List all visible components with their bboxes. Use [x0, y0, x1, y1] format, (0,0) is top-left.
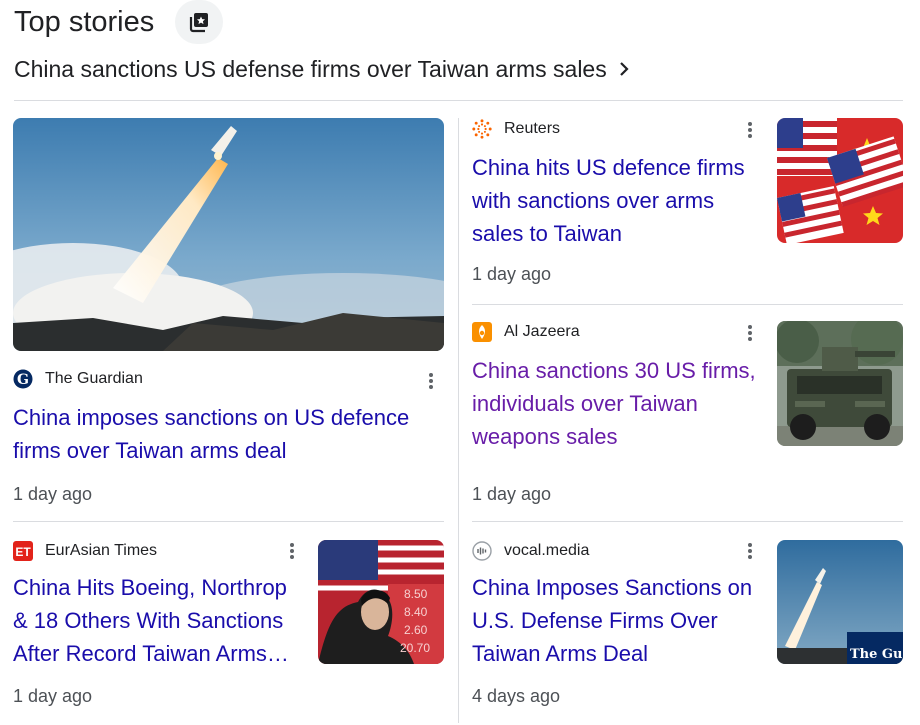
story-title[interactable]: China sanctions 30 US firms, individuals…: [472, 354, 762, 453]
al-jazeera-logo-icon: [472, 322, 492, 342]
source-name: Al Jazeera: [504, 323, 580, 340]
story-divider: [472, 304, 903, 305]
column-divider: [458, 118, 459, 723]
story-time: 1 day ago: [13, 484, 93, 504]
story-title[interactable]: China hits US defence firms with sanctio…: [472, 151, 762, 250]
source-name: The Guardian: [45, 370, 143, 387]
story-time: 4 days ago: [472, 686, 561, 706]
more-options-icon[interactable]: [740, 323, 760, 343]
reuters-logo-icon: [472, 119, 492, 139]
source-row: vocal.media: [472, 541, 589, 561]
story-thumbnail-us-china-flags[interactable]: [777, 118, 903, 243]
stock-value-3: 2.60: [404, 623, 428, 637]
svg-text:G: G: [17, 372, 29, 388]
story-time: 1 day ago: [472, 264, 552, 284]
story-thumbnail-military-vehicle[interactable]: [777, 321, 903, 446]
chevron-right-icon: [617, 60, 631, 78]
story-time: 1 day ago: [13, 686, 93, 706]
story-thumbnail-missile-launch[interactable]: [13, 118, 444, 351]
story-card-vocal-media[interactable]: vocal.media China Imposes Sanctions on U…: [472, 538, 903, 718]
stacked-cards-icon: [189, 13, 208, 33]
story-card-al-jazeera[interactable]: Al Jazeera China sanctions 30 US firms, …: [472, 321, 903, 511]
story-divider: [13, 521, 444, 522]
vocal-media-logo-icon: [472, 541, 492, 561]
svg-text:ET: ET: [15, 545, 31, 559]
stock-value-2: 8.40: [404, 605, 428, 619]
source-name: vocal.media: [504, 542, 590, 559]
more-options-icon[interactable]: [740, 120, 760, 140]
story-title[interactable]: China Imposes Sanctions on U.S. Defense …: [472, 571, 762, 670]
the-guardian-logo-icon: G: [13, 369, 33, 389]
story-title[interactable]: China Hits Boeing, Northrop & 18 Others …: [13, 571, 303, 670]
story-time: 1 day ago: [472, 484, 552, 504]
header-divider: [14, 100, 903, 101]
source-name: EurAsian Times: [45, 542, 158, 559]
section-title: Top stories: [14, 6, 155, 38]
headline-text: China sanctions US defense firms over Ta…: [14, 56, 607, 82]
source-row: G The Guardian: [13, 369, 143, 389]
story-title[interactable]: China imposes sanctions on US defence fi…: [13, 401, 438, 467]
story-divider: [472, 521, 903, 522]
more-options-icon[interactable]: [421, 371, 441, 391]
guardian-logo-text: The Guardi: [850, 647, 903, 662]
story-card-eurasian-times[interactable]: ET EurAsian Times China Hits Boeing, Nor…: [13, 538, 444, 718]
story-card-guardian[interactable]: G The Guardian China imposes sanctions o…: [13, 118, 444, 520]
source-row: ET EurAsian Times: [13, 541, 157, 561]
story-thumbnail-missile-guardian[interactable]: The Guardi: [777, 540, 903, 664]
story-thumbnail-xi-stocks[interactable]: 8.50 8.40 2.60 20.70: [318, 540, 444, 664]
story-cluster-headline[interactable]: China sanctions US defense firms over Ta…: [14, 54, 631, 84]
stock-value-4: 20.70: [400, 641, 430, 655]
more-options-icon[interactable]: [740, 541, 760, 561]
source-name: Reuters: [504, 120, 561, 137]
source-row: Al Jazeera: [472, 322, 580, 342]
more-options-icon[interactable]: [282, 541, 302, 561]
story-card-reuters[interactable]: Reuters China hits US defence firms with…: [472, 118, 903, 293]
source-row: Reuters: [472, 119, 560, 139]
eurasian-times-logo-icon: ET: [13, 541, 33, 561]
stock-value-1: 8.50: [404, 587, 428, 601]
full-coverage-button[interactable]: [175, 0, 223, 44]
